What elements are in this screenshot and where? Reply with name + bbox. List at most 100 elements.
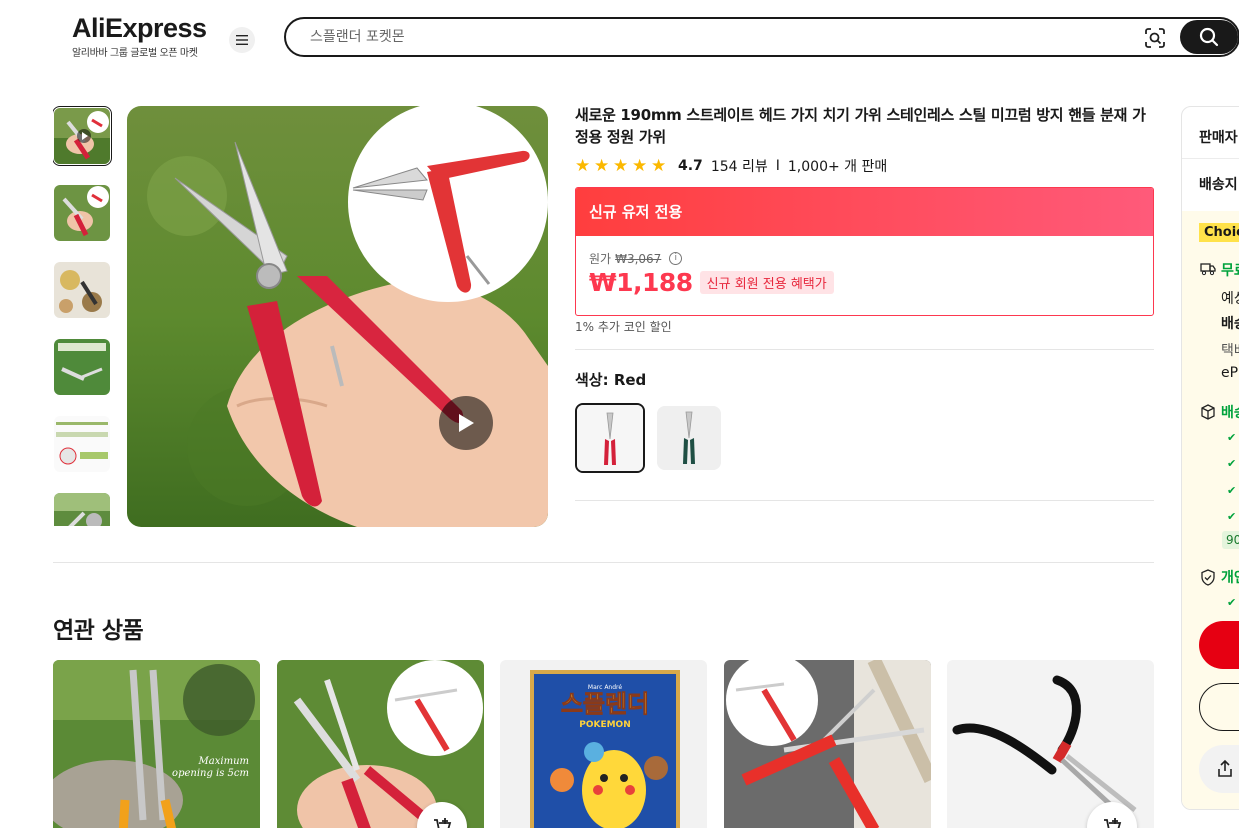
related-product-card[interactable] [947, 660, 1154, 828]
thumbnail-image [54, 108, 110, 164]
rating-separator: I [775, 158, 780, 174]
card-caption: opening is 5cm [172, 768, 249, 779]
original-price: ₩3,067 [615, 251, 662, 266]
check-icon: ✔ [1227, 596, 1237, 609]
star-icon: ★ [613, 155, 629, 176]
star-icon: ★ [594, 155, 610, 176]
star-icon: ★ [632, 155, 648, 176]
product-image: Maximum opening is 5cm [53, 660, 260, 828]
price-promo-box: 신규 유저 전용 원가 ₩3,067 i ₩1,188 신규 회원 전용 혜택가 [575, 187, 1154, 316]
book-title: 스플렌더 [561, 690, 649, 718]
divider [1182, 158, 1239, 159]
color-option-red[interactable] [575, 403, 645, 473]
search-icon [1199, 27, 1219, 47]
menu-button[interactable] [229, 27, 255, 53]
courier-name: eP [1221, 365, 1239, 381]
thumbnail-image [54, 416, 110, 472]
estimate-label: 예상 [1221, 291, 1239, 307]
current-price: ₩1,188 [589, 268, 693, 297]
divider [575, 349, 1154, 350]
search-bar [284, 17, 1239, 57]
sold-count: 1,000+ 개 판매 [787, 159, 888, 175]
play-video-button[interactable] [439, 396, 493, 450]
search-button[interactable] [1180, 20, 1238, 54]
logo-text: AliExpress [72, 13, 207, 43]
protection-label: 개인 [1221, 570, 1239, 586]
related-products-title: 연관 상품 [53, 618, 144, 644]
check-icon: ✔ [1227, 457, 1237, 470]
check-icon: ✔ [1227, 484, 1237, 497]
original-price-row: 원가 ₩3,067 i [589, 250, 683, 267]
price-badge: 신규 회원 전용 혜택가 [699, 271, 834, 294]
shield-icon [1201, 569, 1215, 586]
thumbnail-1[interactable] [53, 106, 112, 166]
product-title: 새로운 190mm 스트레이트 헤드 가지 치기 가위 스테인레스 스틸 미끄럼… [575, 106, 1146, 146]
thumbnail-4[interactable] [54, 339, 110, 395]
delivery-badge: 90 [1222, 531, 1239, 549]
star-rating: ★ ★ ★ ★ ★ [575, 155, 668, 176]
hamburger-icon [236, 35, 248, 45]
courier-label: 택배 [1221, 343, 1239, 359]
related-product-card[interactable] [277, 660, 484, 828]
card-caption: Maximum [198, 756, 249, 767]
delivery-label: 배송 [1221, 405, 1239, 421]
original-price-label: 원가 [589, 252, 612, 266]
related-product-card[interactable]: Maximum opening is 5cm [53, 660, 260, 828]
promo-header: 신규 유저 전용 [576, 188, 1153, 236]
book-subtitle: POKEMON [579, 720, 631, 730]
thumbnail-image [54, 185, 110, 241]
thumbnail-image [54, 262, 110, 318]
share-button[interactable] [1199, 745, 1239, 793]
product-image [277, 660, 484, 828]
product-image [724, 660, 931, 828]
info-icon[interactable]: i [669, 252, 683, 265]
review-count-link[interactable]: 154 리뷰 [711, 156, 768, 176]
truck-icon [1200, 263, 1216, 276]
price-row: ₩1,188 신규 회원 전용 혜택가 [589, 268, 834, 297]
play-icon [459, 414, 474, 432]
purchase-panel: 판매자 배송지 Choice 무료 예상 배송 택배 eP 배송 ✔ ✔ ✔ ✔… [1181, 106, 1239, 810]
seller-link[interactable]: 판매자 [1199, 127, 1238, 147]
thumbnail-2[interactable] [54, 185, 110, 241]
aliexpress-logo[interactable]: AliExpress 알리바바 그룹 글로벌 오픈 마켓 [72, 14, 212, 59]
thumbnail-list [53, 106, 113, 526]
delivery-date: 배송 [1221, 316, 1239, 332]
swatch-image [657, 406, 721, 470]
star-icon: ★ [651, 155, 667, 176]
product-photo [127, 106, 548, 527]
share-icon [1218, 759, 1232, 777]
logo-subtext: 알리바바 그룹 글로벌 오픈 마켓 [72, 48, 198, 59]
add-to-cart-button[interactable] [1199, 683, 1239, 731]
check-icon: ✔ [1227, 431, 1237, 444]
check-icon: ✔ [1227, 510, 1237, 523]
product-image: Marc André 스플렌더 POKEMON [500, 660, 707, 828]
choice-badge: Choice [1199, 223, 1239, 242]
free-shipping-label: 무료 [1221, 263, 1239, 279]
thumbnail-image [54, 339, 110, 395]
divider [53, 562, 1154, 563]
ship-to-selector[interactable]: 배송지 [1199, 174, 1238, 194]
swatch-image [577, 405, 643, 471]
star-icon: ★ [575, 155, 591, 176]
image-search-button[interactable] [1144, 27, 1166, 49]
rating-row: ★ ★ ★ ★ ★ 4.7 154 리뷰 I 1,000+ 개 판매 [575, 156, 887, 176]
package-icon [1201, 404, 1215, 420]
related-product-card[interactable]: Marc André 스플렌더 POKEMON [500, 660, 707, 828]
cart-add-icon [1104, 818, 1122, 828]
buy-now-button[interactable] [1199, 621, 1239, 669]
thumbnail-5[interactable] [54, 416, 110, 472]
thumbnail-6[interactable] [54, 493, 110, 526]
rating-value: 4.7 [678, 158, 703, 174]
product-image [947, 660, 1154, 828]
thumbnail-3[interactable] [54, 262, 110, 318]
coin-discount: 1% 추가 코인 할인 [575, 320, 672, 334]
color-option-green[interactable] [657, 406, 721, 470]
thumbnail-image [54, 493, 110, 526]
cart-add-icon [434, 818, 452, 828]
divider [575, 500, 1154, 501]
color-label: 색상: Red [575, 371, 647, 389]
image-search-icon [1145, 28, 1165, 48]
search-input[interactable] [310, 27, 1130, 47]
related-product-card[interactable] [724, 660, 931, 828]
main-product-image[interactable] [127, 106, 548, 527]
